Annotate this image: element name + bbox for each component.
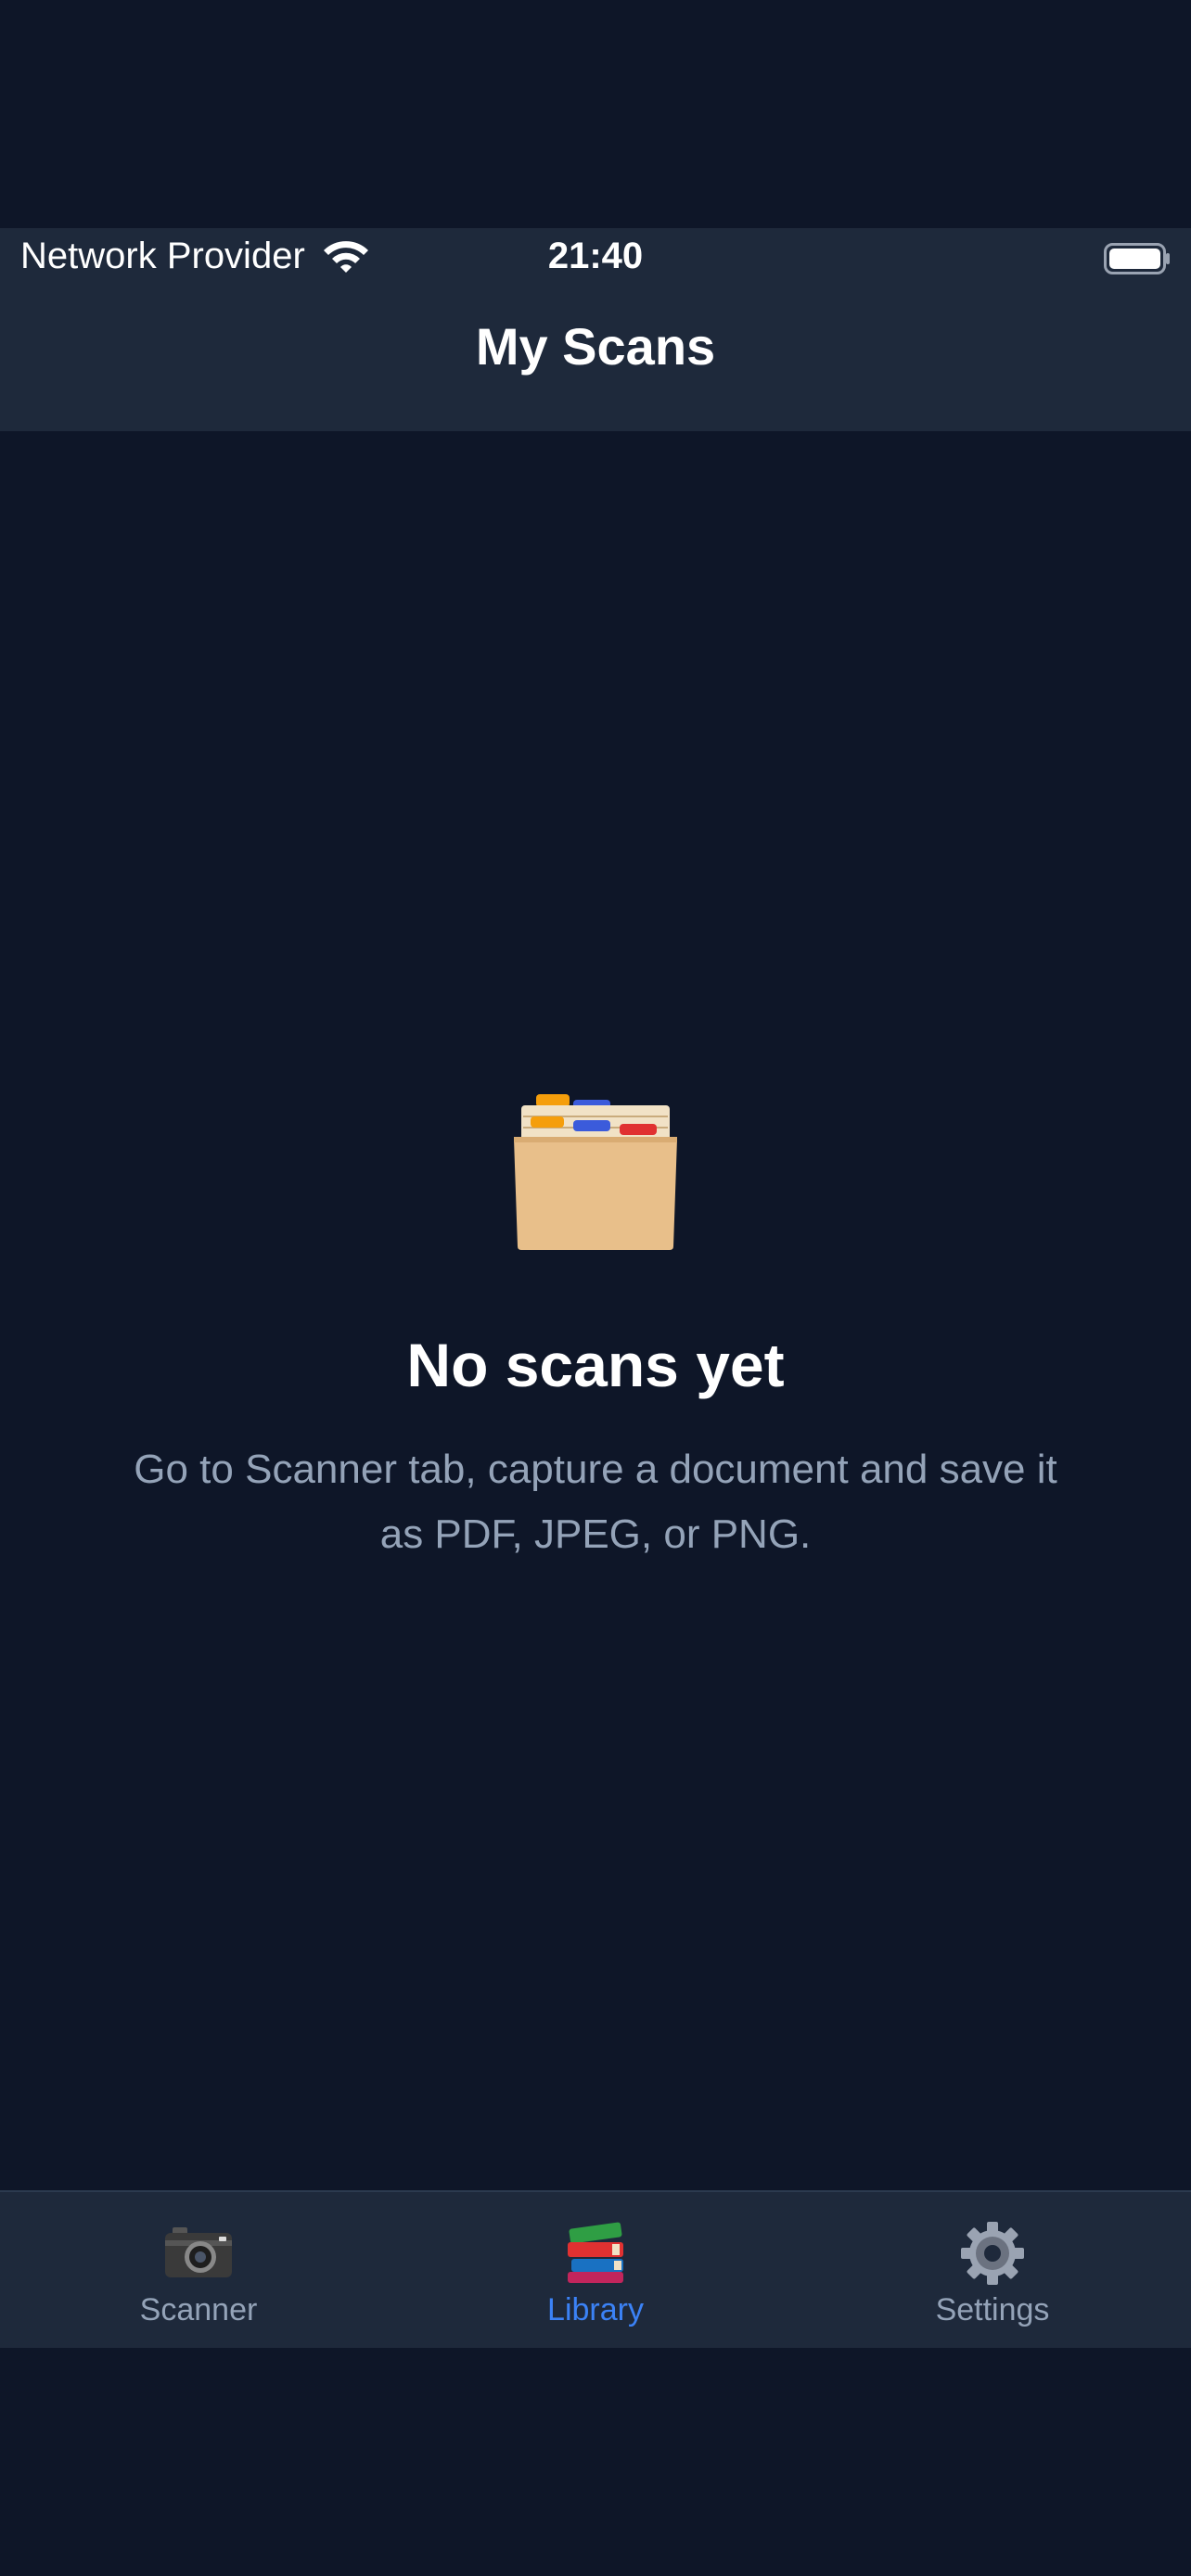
tab-scanner[interactable]: Scanner	[0, 2192, 397, 2348]
empty-state-title: No scans yet	[406, 1331, 785, 1399]
tab-bar: Scanner Library Settings	[0, 2190, 1191, 2348]
tab-settings[interactable]: Settings	[794, 2192, 1191, 2348]
tab-label-scanner: Scanner	[139, 2292, 258, 2327]
card-file-box-icon	[514, 1094, 677, 1250]
battery-icon	[1104, 243, 1170, 274]
gear-icon	[961, 2222, 1024, 2285]
tab-label-settings: Settings	[935, 2292, 1050, 2327]
empty-state: No scans yet Go to Scanner tab, capture …	[0, 1085, 1191, 1567]
empty-state-description: Go to Scanner tab, capture a document an…	[134, 1447, 1057, 1557]
navigation-bar: My Scans	[0, 297, 1191, 431]
tab-label-library: Library	[547, 2292, 644, 2327]
page-title: My Scans	[475, 317, 716, 376]
camera-icon	[165, 2227, 232, 2277]
status-time: 21:40	[547, 236, 644, 276]
status-bar: Network Provider 21:40	[0, 228, 1191, 297]
tab-library[interactable]: Library	[397, 2192, 794, 2348]
books-icon	[568, 2222, 623, 2283]
